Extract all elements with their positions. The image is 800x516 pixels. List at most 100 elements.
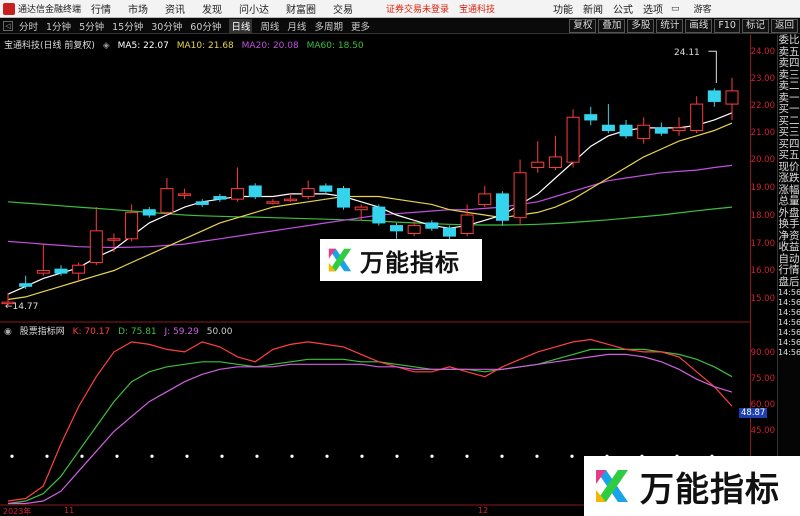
candle-body: [195, 201, 209, 205]
high-marker-line: [708, 50, 717, 83]
candle-body: [19, 283, 33, 287]
side-panel-item: 换手: [778, 218, 800, 230]
d-label: D: 75.81: [118, 327, 157, 337]
candle-body: [72, 264, 86, 274]
sub-legend-title: 股票指标网: [19, 327, 65, 337]
candle-body: [54, 268, 68, 274]
return-button[interactable]: 返回: [770, 19, 798, 33]
date-label-nov: 11: [64, 506, 75, 515]
candle-body: [637, 124, 651, 139]
kdj-50-dot: [290, 454, 294, 458]
kdj-tick: 75.00: [750, 374, 775, 384]
watermark-logo-icon: [326, 246, 354, 274]
candle-body: [442, 227, 456, 237]
ma60-label: MA60: 18.50: [306, 41, 364, 51]
price-axis: 24.00 23.00 22.00 21.00 20.00 19.00 18.0…: [739, 35, 777, 516]
candle-body: [89, 230, 103, 264]
candle-body: [178, 193, 192, 196]
candle-body: [707, 90, 721, 102]
ma20-label: MA20: 20.08: [241, 41, 299, 51]
candle-body: [142, 209, 156, 216]
candle-body: [407, 225, 421, 234]
candle-body: [125, 211, 139, 240]
kdj-50-dot: [360, 454, 364, 458]
candle-body: [601, 124, 615, 132]
side-panel-item: 买三: [778, 126, 800, 138]
ma5-label: MA5: 22.07: [117, 41, 169, 51]
kdj-50-dot: [115, 454, 119, 458]
side-panel-item: 收益: [778, 241, 800, 253]
candle-body: [619, 124, 633, 137]
watermark-logo-large: 万能指标: [584, 456, 800, 516]
side-panel-item: 14:56: [778, 318, 800, 327]
candle-body: [337, 188, 351, 208]
candle-body: [495, 193, 509, 221]
side-panel-item: 买一: [778, 103, 800, 115]
watermark-logo-icon: [592, 466, 632, 506]
kdj-50-dot: [220, 454, 224, 458]
price-tick: 23.00: [750, 74, 775, 84]
watermark-logo: 万能指标: [320, 239, 482, 281]
side-panel-item: 14:56: [778, 298, 800, 307]
kdj-50-dot: [325, 454, 329, 458]
candle-body: [231, 188, 245, 200]
kdj-tick: 45.00: [750, 426, 775, 436]
kdj-50-dot: [45, 454, 49, 458]
side-panel-item: 盘后: [778, 275, 800, 288]
side-panel-item: 14:56: [778, 328, 800, 337]
price-tick: 15.00: [750, 294, 775, 304]
chart-icon: ◈: [102, 41, 110, 51]
kdj-50-dot: [500, 454, 504, 458]
candle-body: [460, 214, 474, 234]
main-legend-title: 宝通科技(日线 前复权): [4, 41, 95, 51]
side-panel-item: 14:56: [778, 288, 800, 297]
side-panel-item: 卖二: [778, 80, 800, 92]
candle-body: [266, 201, 280, 204]
candle-body: [531, 161, 545, 168]
candle-body: [107, 238, 121, 241]
candle-body: [654, 127, 668, 134]
candle-body: [354, 206, 368, 211]
candle-body: [301, 188, 315, 198]
side-panel-item: 卖四: [778, 57, 800, 69]
side-panel-item: 委比: [778, 34, 800, 46]
kdj-50-dot: [255, 454, 259, 458]
candle-body: [513, 172, 527, 219]
kdj-50-dot: [535, 454, 539, 458]
price-tick: 20.00: [750, 155, 775, 165]
candle-body: [372, 206, 386, 224]
candle-body: [160, 188, 174, 213]
price-tick: 21.00: [750, 128, 775, 138]
kdj-50-dot: [465, 454, 469, 458]
date-label-year: 2023年: [3, 507, 32, 516]
kdj-current-value: 48.87: [739, 408, 768, 418]
side-info-panel: 委比 卖五 卖四 卖三 卖二 卖一 买一 买二 买三 买四 买五 现价 涨跌 涨幅 总量 外盘 换手 净资 收益 自动…: [777, 34, 800, 516]
price-tick: 17.00: [750, 239, 775, 249]
candle-body: [36, 269, 50, 274]
candle-body: [425, 222, 439, 229]
candle-body: [690, 103, 704, 132]
watermark-text: 万能指标: [360, 248, 460, 277]
kdj-tick: 90.00: [750, 348, 775, 358]
side-panel-item: 14:56: [778, 308, 800, 317]
kdj-50-dot: [185, 454, 189, 458]
side-panel-item: 14:56: [778, 348, 800, 357]
candle-body: [584, 114, 598, 121]
candle-body: [284, 198, 298, 202]
side-panel-item: 行情: [778, 264, 800, 276]
candle-body: [389, 225, 403, 232]
candle-body: [478, 193, 492, 205]
kdj-50-dot: [80, 454, 84, 458]
price-tick: 24.00: [750, 47, 775, 57]
low-annotation: ←14.77: [5, 302, 39, 312]
watermark-text-large: 万能指标: [640, 469, 780, 510]
side-panel-item: 14:56: [778, 338, 800, 347]
side-panel-item: 总量: [778, 195, 800, 207]
ma10-label: MA10: 21.68: [176, 41, 234, 51]
low-value: 14.77: [12, 302, 39, 312]
price-tick: 16.00: [750, 266, 775, 276]
price-tick: 18.00: [750, 211, 775, 221]
ma60-line: [7, 201, 733, 226]
kdj-50-dot: [395, 454, 399, 458]
candle-body: [566, 116, 580, 163]
